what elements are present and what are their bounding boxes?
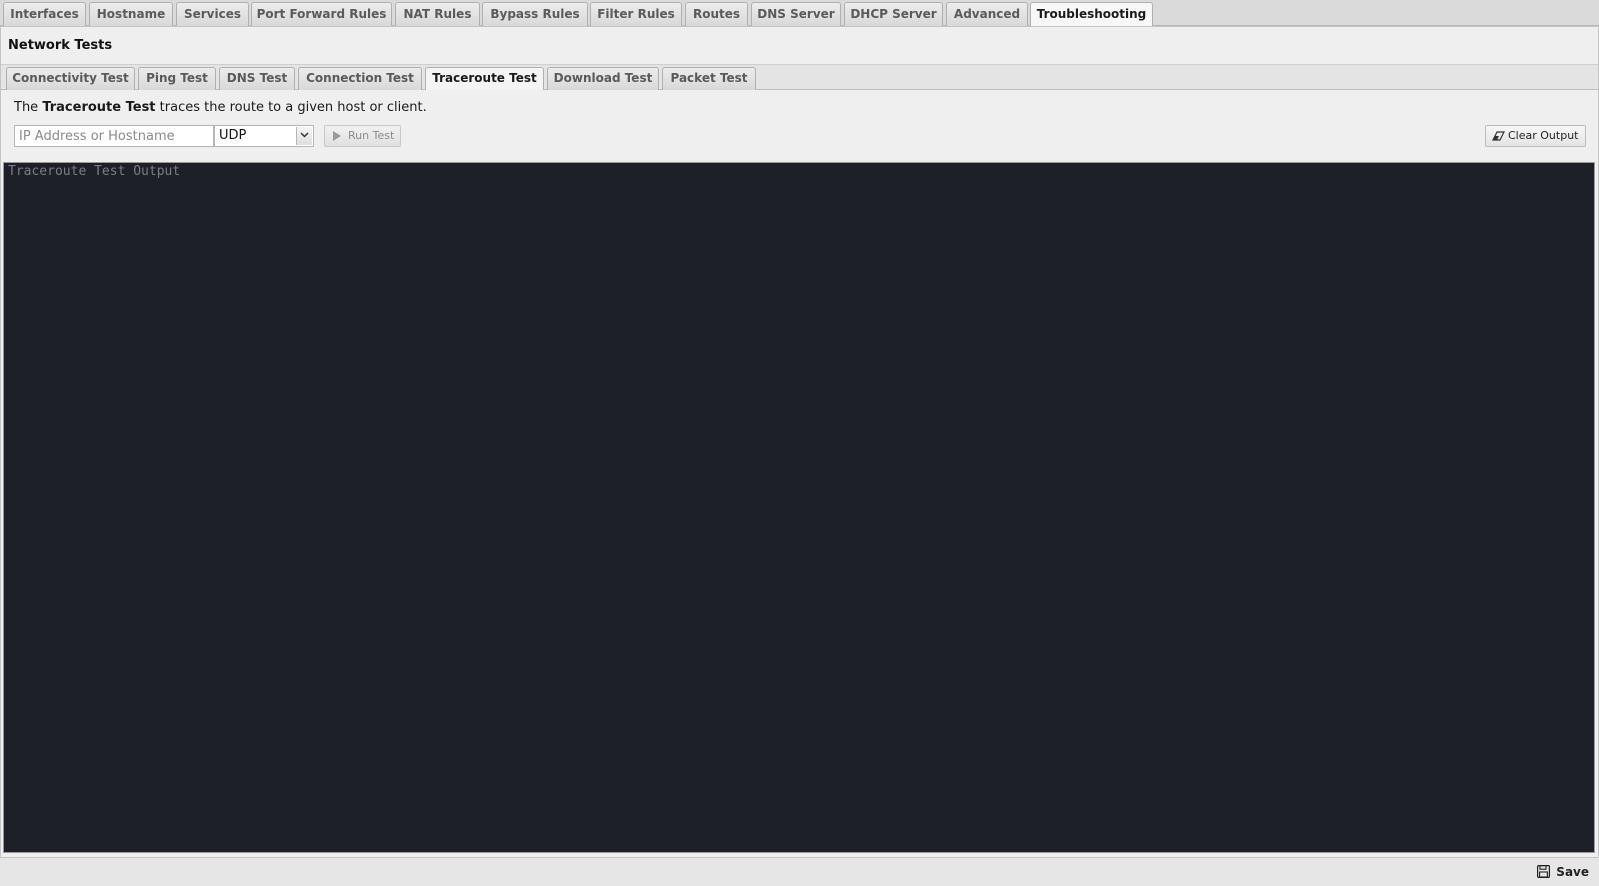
clear-output-button[interactable]: Clear Output — [1485, 125, 1586, 147]
app-window: Interfaces Hostname Services Port Forwar… — [0, 0, 1599, 886]
description-suffix: traces the route to a given host or clie… — [155, 100, 427, 115]
tab-hostname[interactable]: Hostname — [89, 2, 173, 26]
play-icon — [333, 131, 341, 141]
tab-nat-rules[interactable]: NAT Rules — [395, 2, 480, 26]
tab-advanced[interactable]: Advanced — [946, 2, 1028, 26]
protocol-select-value: UDP — [219, 128, 247, 143]
host-input[interactable] — [14, 125, 214, 147]
traceroute-output-console[interactable]: Traceroute Test Output — [3, 162, 1595, 853]
tab-routes[interactable]: Routes — [685, 2, 748, 26]
tab-download-test[interactable]: Download Test — [547, 67, 659, 90]
tab-traceroute-test[interactable]: Traceroute Test — [425, 67, 544, 91]
top-tab-strip: Interfaces Hostname Services Port Forwar… — [0, 0, 1599, 27]
protocol-select-toggle[interactable] — [296, 127, 312, 145]
eraser-icon — [1492, 131, 1505, 141]
tab-filter-rules[interactable]: Filter Rules — [590, 2, 682, 26]
output-placeholder: Traceroute Test Output — [8, 164, 181, 179]
run-test-button[interactable]: Run Test — [324, 125, 401, 147]
tab-dhcp-server[interactable]: DHCP Server — [844, 2, 943, 26]
tab-interfaces[interactable]: Interfaces — [3, 2, 86, 26]
tab-dns-test[interactable]: DNS Test — [219, 67, 295, 90]
floppy-disk-icon — [1537, 865, 1551, 878]
traceroute-test-area: The Traceroute Test traces the route to … — [1, 90, 1598, 860]
tab-ping-test[interactable]: Ping Test — [138, 67, 216, 90]
run-test-label: Run Test — [348, 129, 395, 142]
protocol-select[interactable]: UDP — [214, 125, 314, 147]
tab-troubleshooting[interactable]: Troubleshooting — [1030, 2, 1153, 27]
network-tests-panel: Network Tests Connectivity Test Ping Tes… — [0, 26, 1599, 860]
tab-connection-test[interactable]: Connection Test — [298, 67, 422, 90]
tab-bypass-rules[interactable]: Bypass Rules — [482, 2, 588, 26]
description-prefix: The — [14, 100, 43, 115]
test-description: The Traceroute Test traces the route to … — [14, 100, 427, 115]
clear-output-label: Clear Output — [1508, 129, 1579, 142]
tab-packet-test[interactable]: Packet Test — [662, 67, 756, 90]
save-button[interactable]: Save — [1537, 863, 1589, 883]
chevron-down-icon — [300, 132, 309, 138]
tab-dns-server[interactable]: DNS Server — [751, 2, 841, 26]
tab-port-forward-rules[interactable]: Port Forward Rules — [251, 2, 392, 26]
panel-title: Network Tests — [8, 38, 113, 53]
test-tab-strip: Connectivity Test Ping Test DNS Test Con… — [1, 64, 1598, 91]
description-test-name: Traceroute Test — [42, 100, 156, 115]
tab-connectivity-test[interactable]: Connectivity Test — [6, 67, 135, 90]
tab-services[interactable]: Services — [176, 2, 249, 26]
footer-bar: Save — [0, 857, 1599, 886]
